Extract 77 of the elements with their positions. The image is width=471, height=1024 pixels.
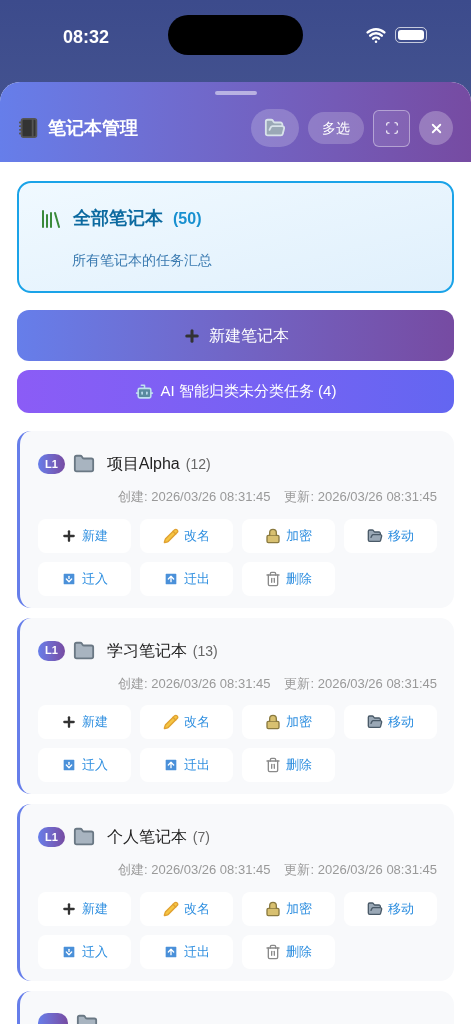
import-button[interactable]: 迁入 bbox=[38, 748, 131, 782]
all-notebooks-subtitle: 所有笔记本的任务汇总 bbox=[72, 251, 213, 270]
lock-button[interactable]: 加密 bbox=[242, 518, 335, 553]
trash-icon bbox=[265, 757, 281, 773]
lock-button[interactable]: 加密 bbox=[242, 705, 335, 739]
plus-icon bbox=[61, 527, 77, 544]
pencil-icon bbox=[163, 527, 179, 544]
created-date: 创建: 2026/03/26 08:31:45 bbox=[117, 488, 271, 506]
move-button[interactable]: 移动 bbox=[344, 705, 437, 739]
ai-classify-button[interactable]: AI 智能归类未分类任务 (4) bbox=[17, 370, 454, 413]
export-button[interactable]: 迁出 bbox=[140, 934, 233, 969]
folder-icon bbox=[367, 714, 383, 730]
pencil-icon bbox=[163, 714, 179, 730]
move-button[interactable]: 移动 bbox=[344, 891, 437, 926]
folder-icon bbox=[264, 117, 286, 139]
notebook-name: 项目Alpha bbox=[106, 454, 180, 474]
wifi-icon bbox=[366, 25, 386, 45]
multi-select-button[interactable]: 多选 bbox=[308, 112, 364, 144]
robot-icon bbox=[134, 382, 154, 401]
import-button[interactable]: 迁入 bbox=[38, 934, 131, 969]
created-date: 创建: 2026/03/26 08:31:45 bbox=[117, 861, 271, 879]
delete-button[interactable]: 删除 bbox=[242, 561, 335, 596]
level-badge: L1 bbox=[38, 827, 65, 847]
folder-button[interactable] bbox=[251, 109, 299, 147]
plus-icon bbox=[182, 326, 201, 345]
folder-icon bbox=[72, 639, 95, 662]
status-time: 08:32 bbox=[63, 26, 110, 49]
new-notebook-button[interactable]: 新建笔记本 bbox=[17, 310, 454, 361]
rename-button[interactable]: 改名 bbox=[140, 705, 233, 739]
rename-button[interactable]: 改名 bbox=[140, 891, 233, 926]
trash-icon bbox=[265, 943, 281, 960]
lock-icon bbox=[265, 900, 281, 917]
updated-date: 更新: 2026/03/26 08:31:45 bbox=[284, 861, 437, 879]
import-button[interactable]: 迁入 bbox=[38, 561, 131, 596]
delete-button[interactable]: 删除 bbox=[242, 748, 335, 782]
notebook-icon bbox=[18, 117, 40, 139]
new-button[interactable]: 新建 bbox=[38, 518, 131, 553]
trash-icon bbox=[265, 570, 281, 587]
plus-icon bbox=[61, 900, 77, 917]
close-button[interactable] bbox=[419, 111, 453, 145]
sheet-title: 笔记本管理 bbox=[48, 116, 138, 140]
drag-handle[interactable] bbox=[214, 91, 257, 95]
battery-icon bbox=[395, 27, 427, 43]
folder-icon bbox=[72, 826, 95, 848]
lock-button[interactable]: 加密 bbox=[242, 891, 335, 926]
new-button[interactable]: 新建 bbox=[38, 891, 131, 926]
lock-icon bbox=[265, 527, 281, 544]
notebook-card[interactable]: L1 学习笔记本 (13) 创建: 2026/03/26 08:31:45 更新: 2026/03/26 08:31:45 新建 改名 加密 移动 迁入 迁出 删除 bbox=[17, 617, 454, 794]
folder-icon bbox=[367, 527, 383, 544]
fullscreen-button[interactable] bbox=[373, 109, 410, 147]
export-button[interactable]: 迁出 bbox=[140, 748, 233, 782]
level-badge: L1 bbox=[38, 454, 65, 474]
fullscreen-icon bbox=[384, 121, 399, 135]
all-notebooks-card[interactable]: 全部笔记本 (50) 所有笔记本的任务汇总 bbox=[17, 181, 454, 293]
new-button[interactable]: 新建 bbox=[38, 705, 131, 739]
rename-button[interactable]: 改名 bbox=[140, 518, 233, 553]
lock-icon bbox=[265, 714, 281, 730]
updated-date: 更新: 2026/03/26 08:31:45 bbox=[284, 674, 437, 693]
notebook-name: 个人笔记本 bbox=[106, 827, 187, 847]
folder-icon bbox=[72, 453, 95, 475]
updated-date: 更新: 2026/03/26 08:31:45 bbox=[284, 488, 437, 506]
created-date: 创建: 2026/03/26 08:31:45 bbox=[117, 674, 271, 693]
task-count: (13) bbox=[192, 641, 218, 661]
pencil-icon bbox=[163, 900, 179, 917]
level-badge: L1 bbox=[38, 640, 65, 661]
task-count: (12) bbox=[185, 455, 211, 474]
all-notebooks-title: 全部笔记本 bbox=[73, 207, 163, 230]
export-button[interactable]: 迁出 bbox=[140, 561, 233, 596]
delete-button[interactable]: 删除 bbox=[242, 934, 335, 969]
notebook-card[interactable]: L1 项目Alpha (12) 创建: 2026/03/26 08:31:45 更新: 2026/03/26 08:31:45 新建 改名 加密 移动 迁入 迁出 删除 bbox=[17, 431, 454, 608]
notebook-card[interactable]: L1 个人笔记本 (7) 创建: 2026/03/26 08:31:45 更新: 2026/03/26 08:31:45 新建 改名 加密 移动 迁入 迁出 删除 bbox=[17, 804, 454, 981]
task-count: (7) bbox=[192, 828, 210, 847]
folder-icon bbox=[367, 900, 383, 917]
all-notebooks-count: (50) bbox=[173, 208, 202, 229]
notebook-name: 学习笔记本 bbox=[106, 640, 187, 661]
plus-icon bbox=[61, 714, 77, 730]
move-button[interactable]: 移动 bbox=[344, 518, 437, 553]
